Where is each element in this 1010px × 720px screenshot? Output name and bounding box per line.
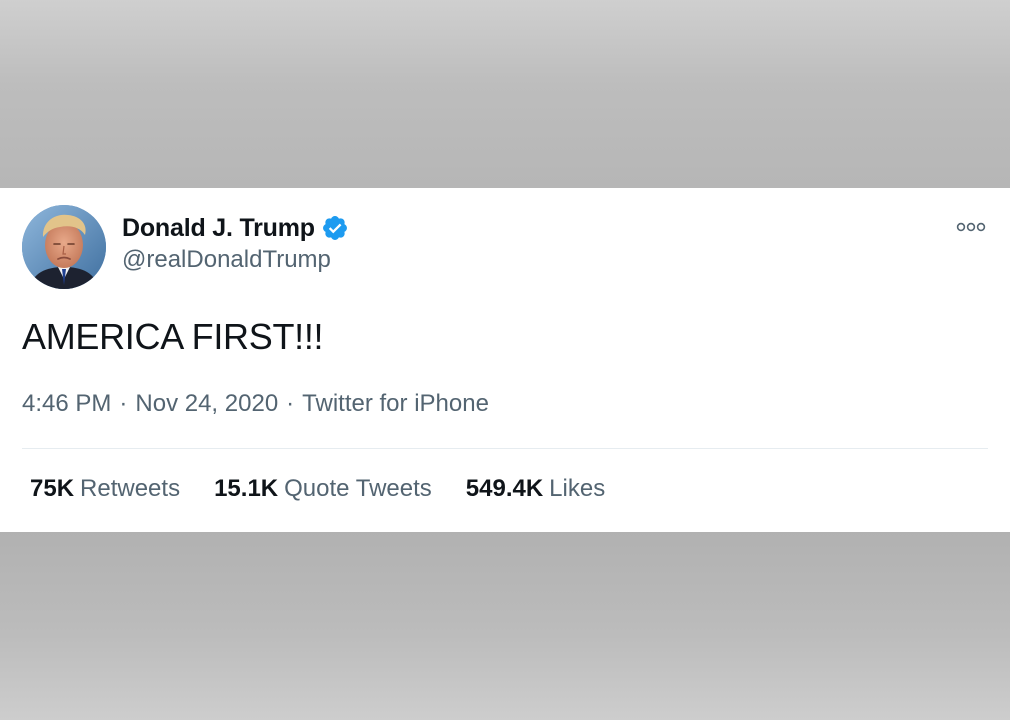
author-name-row: Donald J. Trump: [122, 212, 349, 244]
meta-separator: ·: [286, 390, 295, 417]
more-options-button[interactable]: [956, 216, 986, 238]
tweet-source[interactable]: Twitter for iPhone: [302, 390, 489, 418]
avatar[interactable]: [22, 205, 106, 289]
more-options-icon: [956, 222, 986, 232]
tweet-text: AMERICA FIRST!!!: [22, 316, 324, 357]
likes-count: 549.4K: [465, 475, 544, 502]
retweets-stat[interactable]: 75K Retweets: [30, 475, 180, 503]
likes-label: Likes: [549, 475, 606, 502]
quote-tweets-count: 15.1K: [214, 475, 279, 502]
retweets-count: 75K: [30, 475, 75, 502]
background-top: [0, 0, 1010, 188]
quote-tweets-label: Quote Tweets: [284, 475, 432, 502]
tweet-meta: 4:46 PM · Nov 24, 2020 · Twitter for iPh…: [22, 390, 489, 418]
tweet-stats: 75K Retweets 15.1K Quote Tweets 549.4K Like…: [30, 475, 639, 503]
tweet-date[interactable]: Nov 24, 2020: [135, 390, 278, 418]
avatar-portrait-image: [22, 205, 106, 289]
retweets-label: Retweets: [80, 475, 181, 502]
likes-stat[interactable]: 549.4K Likes: [466, 475, 605, 503]
divider: [22, 448, 988, 449]
background-bottom: [0, 532, 1010, 720]
username[interactable]: @realDonaldTrump: [122, 246, 331, 274]
meta-separator: ·: [119, 390, 128, 417]
tweet-time[interactable]: 4:46 PM: [22, 390, 111, 418]
tweet-card: Donald J. Trump @realDonaldTrump AMERICA…: [0, 188, 1010, 532]
quote-tweets-stat[interactable]: 15.1K Quote Tweets: [214, 475, 432, 503]
display-name[interactable]: Donald J. Trump: [122, 214, 315, 243]
verified-badge-icon: [322, 216, 347, 240]
